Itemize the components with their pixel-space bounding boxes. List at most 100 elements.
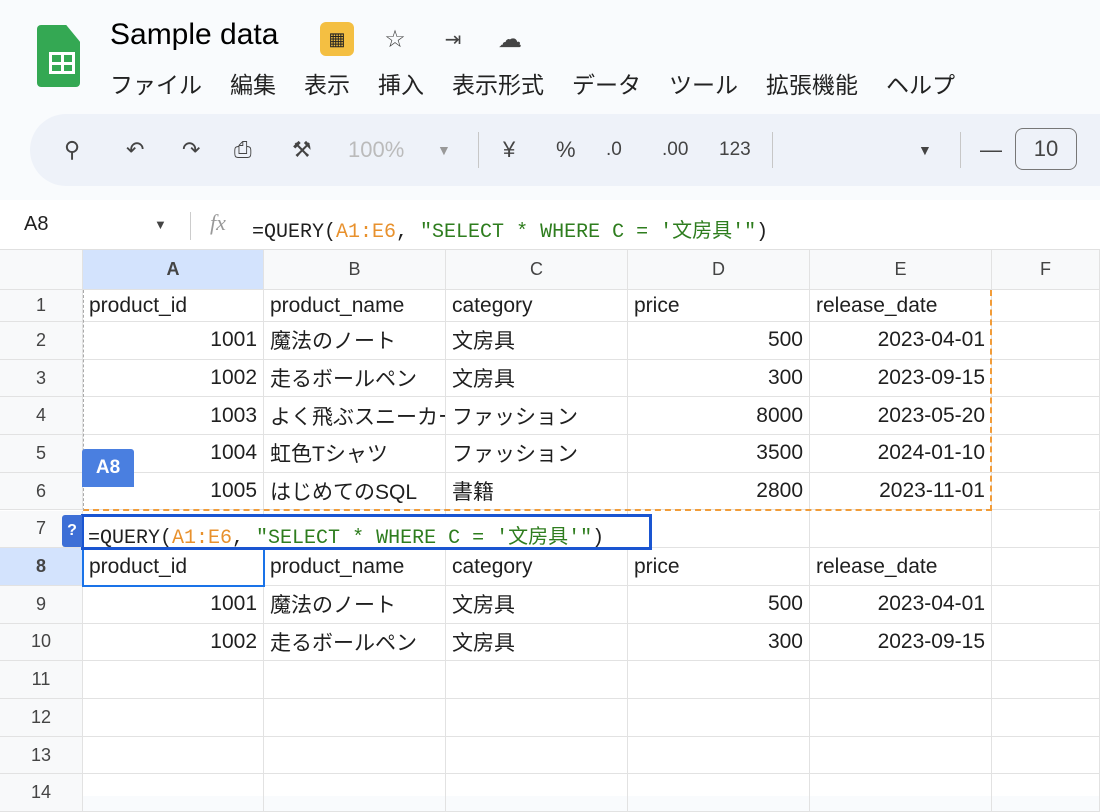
cell[interactable] <box>810 510 992 549</box>
cell[interactable]: release_date <box>810 548 992 586</box>
cell[interactable] <box>264 736 446 775</box>
formula-input[interactable]: =QUERY(A1:E6, "SELECT * WHERE C = '文房具'"… <box>252 214 768 244</box>
cell[interactable] <box>628 736 810 775</box>
cell[interactable]: 走るボールペン <box>264 359 446 398</box>
column-header-c[interactable]: C <box>446 250 628 290</box>
menu-item[interactable]: 挿入 <box>378 66 424 100</box>
cell[interactable] <box>992 397 1100 436</box>
cell[interactable] <box>264 774 446 812</box>
cell[interactable] <box>83 661 264 699</box>
cell[interactable] <box>83 736 264 775</box>
cell[interactable] <box>992 435 1100 473</box>
document-title[interactable]: Sample data <box>110 18 278 52</box>
move-folder-icon[interactable]: ⇥ <box>436 22 470 56</box>
cell[interactable]: 文房具 <box>446 585 628 624</box>
cell[interactable]: はじめてのSQL <box>264 472 446 511</box>
row-header[interactable]: 4 <box>0 397 83 436</box>
cell[interactable] <box>446 661 628 699</box>
cell[interactable]: category <box>446 548 628 586</box>
chevron-down-icon[interactable]: ▼ <box>437 136 451 164</box>
cell[interactable]: 300 <box>628 623 810 662</box>
cell[interactable]: 8000 <box>628 397 810 436</box>
star-icon[interactable]: ☆ <box>378 22 412 56</box>
zoom-select[interactable]: 100% <box>348 136 404 164</box>
cell[interactable]: 2023-09-15 <box>810 359 992 398</box>
row-header[interactable]: 1 <box>0 290 83 322</box>
cell[interactable] <box>992 699 1100 737</box>
cell[interactable]: 1003 <box>83 397 264 436</box>
cell[interactable] <box>628 699 810 737</box>
cell[interactable] <box>83 774 264 812</box>
cell[interactable]: 1002 <box>83 623 264 662</box>
row-header[interactable]: 10 <box>0 623 83 662</box>
cell[interactable]: ファッション <box>446 435 628 473</box>
cell[interactable]: 虹色Tシャツ <box>264 435 446 473</box>
cell[interactable] <box>810 699 992 737</box>
menu-item[interactable]: ファイル <box>110 66 202 100</box>
cell[interactable] <box>992 623 1100 662</box>
cell[interactable] <box>628 661 810 699</box>
cell[interactable] <box>992 661 1100 699</box>
cell[interactable] <box>810 661 992 699</box>
row-header[interactable]: 14 <box>0 774 83 812</box>
cell[interactable]: price <box>628 548 810 586</box>
cell[interactable] <box>446 774 628 812</box>
cell[interactable]: 1002 <box>83 359 264 398</box>
paint-format-icon[interactable]: ⚒ <box>292 136 312 164</box>
sheets-logo[interactable] <box>37 25 80 87</box>
cell[interactable]: ファッション <box>446 397 628 436</box>
row-header[interactable]: 3 <box>0 359 83 398</box>
selected-cell-a8[interactable] <box>82 548 265 588</box>
cell[interactable] <box>992 585 1100 624</box>
cell[interactable]: 2800 <box>628 472 810 511</box>
cell[interactable]: 2023-09-15 <box>810 623 992 662</box>
cell[interactable] <box>83 699 264 737</box>
cell[interactable]: 1001 <box>83 585 264 624</box>
cell[interactable]: category <box>446 290 628 322</box>
cell[interactable] <box>992 359 1100 398</box>
cell[interactable]: price <box>628 290 810 322</box>
cell[interactable] <box>992 736 1100 775</box>
column-header-d[interactable]: D <box>628 250 810 290</box>
row-header[interactable]: 9 <box>0 585 83 624</box>
spreadsheet-grid[interactable]: A B C D E F 1 product_id product_name category pri… <box>0 250 1100 812</box>
cell[interactable] <box>992 548 1100 586</box>
row-header[interactable]: 12 <box>0 699 83 737</box>
cell[interactable]: 文房具 <box>446 359 628 398</box>
menu-item[interactable]: ツール <box>669 66 738 100</box>
cell[interactable] <box>992 472 1100 511</box>
cell[interactable]: 500 <box>628 585 810 624</box>
name-box[interactable]: A8 <box>24 213 48 236</box>
font-dropdown-icon[interactable]: ▼ <box>918 136 932 164</box>
cell[interactable]: よく飛ぶスニーカー <box>264 397 446 436</box>
row-header[interactable]: 11 <box>0 661 83 699</box>
search-icon[interactable]: ⚲ <box>64 136 80 164</box>
font-size-input[interactable]: 10 <box>1015 128 1077 170</box>
cell[interactable]: 2023-04-01 <box>810 585 992 624</box>
cell[interactable]: 文房具 <box>446 322 628 360</box>
menu-item[interactable]: 拡張機能 <box>766 66 858 100</box>
menu-item[interactable]: 表示形式 <box>452 66 544 100</box>
percent-button[interactable]: % <box>556 136 576 164</box>
number-format-button[interactable]: 123 <box>719 136 751 164</box>
menu-item[interactable]: 編集 <box>230 66 276 100</box>
cell[interactable]: 2024-01-10 <box>810 435 992 473</box>
column-header-a[interactable]: A <box>83 250 264 290</box>
cell[interactable]: 文房具 <box>446 623 628 662</box>
row-header[interactable]: 8 <box>0 548 83 586</box>
cell[interactable]: release_date <box>810 290 992 322</box>
select-all-corner[interactable] <box>0 250 83 290</box>
cell[interactable]: product_name <box>264 290 446 322</box>
decrease-decimal-button[interactable]: .0 <box>606 136 622 164</box>
cell[interactable]: 2023-11-01 <box>810 472 992 511</box>
cell[interactable] <box>446 699 628 737</box>
cell[interactable] <box>992 322 1100 360</box>
cell[interactable]: 2023-04-01 <box>810 322 992 360</box>
cell[interactable] <box>992 290 1100 322</box>
cell[interactable]: 魔法のノート <box>264 322 446 360</box>
row-header[interactable]: 2 <box>0 322 83 360</box>
cell[interactable] <box>446 736 628 775</box>
cell[interactable] <box>264 661 446 699</box>
formula-help-button[interactable]: ? <box>62 514 82 547</box>
cell[interactable]: 2023-05-20 <box>810 397 992 436</box>
